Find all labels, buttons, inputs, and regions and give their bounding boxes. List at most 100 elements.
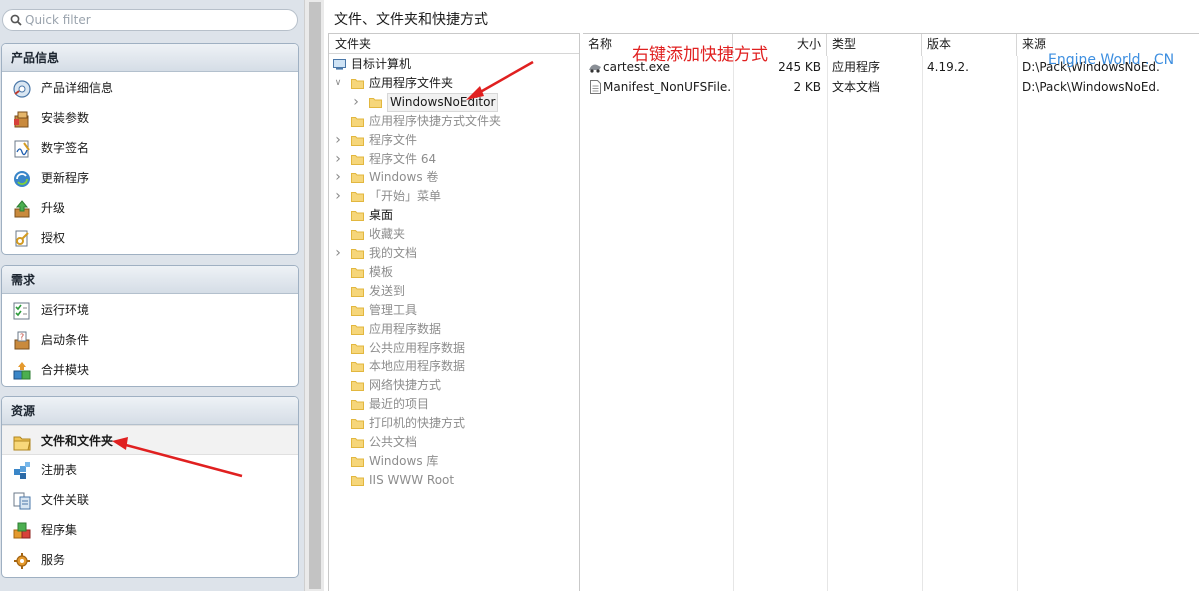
folder-icon [351, 267, 364, 278]
tree-node[interactable]: › 程序文件 64 [329, 150, 579, 169]
column-header-type[interactable]: 类型 [827, 34, 922, 56]
group-resources: 资源 文件和文件夹 注册表 文件关联 程序集 服务 [1, 396, 299, 578]
folder-icon [351, 343, 364, 354]
sidebar-item-requirements[interactable]: 运行环境 [2, 295, 298, 325]
sidebar-item-file-associations[interactable]: 文件关联 [2, 485, 298, 515]
sidebar: 产品信息 产品详细信息 安装参数 [0, 0, 304, 591]
launch-conditions-icon: ? [14, 331, 30, 350]
tree-node[interactable]: 打印机的快捷方式 [329, 414, 579, 433]
tree-node-label: 打印机的快捷方式 [369, 416, 466, 431]
main-panel: 文件、文件夹和快捷方式 文件夹 目标计算机 ∨ 应用程序文件夹 › WindowsNoE… [328, 0, 1199, 591]
folder-icon [351, 135, 364, 146]
tree-node[interactable]: › WindowsNoEditor [329, 92, 579, 112]
tree-node-label: 收藏夹 [369, 227, 406, 242]
tree-node-label: 程序文件 [369, 132, 418, 147]
chevron-right-icon[interactable]: › [351, 93, 361, 112]
scrollbar-thumb[interactable] [309, 2, 321, 589]
tree-node-label: 发送到 [369, 283, 406, 298]
svg-text:?: ? [20, 333, 24, 342]
tree-node[interactable]: ∨ 应用程序文件夹 [329, 74, 579, 93]
folder-icon [351, 173, 364, 184]
updater-icon [14, 171, 30, 187]
tree-node[interactable]: › 我的文档 [329, 244, 579, 263]
quick-filter[interactable] [2, 9, 298, 31]
folder-icon [351, 456, 364, 467]
chevron-right-icon[interactable]: › [333, 131, 343, 150]
group-header[interactable]: 需求 [2, 266, 298, 294]
folder-icon [351, 154, 364, 165]
file-list: 名称 大小 类型 版本 来源 cartest.exe 245 KB 应用程序 4… [583, 33, 1199, 591]
file-type: 文本文档 [832, 80, 881, 94]
column-divider [922, 56, 923, 591]
tree-node-label: 应用程序文件夹 [369, 75, 454, 90]
sidebar-scrollbar[interactable] [304, 0, 324, 591]
tree-node[interactable]: IIS WWW Root [329, 471, 579, 490]
file-associations-icon [13, 492, 31, 510]
folder-icon [351, 286, 364, 297]
assemblies-icon [13, 522, 31, 539]
sidebar-item-product-details[interactable]: 产品详细信息 [2, 73, 298, 103]
chevron-right-icon[interactable]: › [333, 187, 343, 206]
chevron-right-icon[interactable]: › [333, 168, 343, 187]
tree-node-label: 最近的项目 [369, 397, 430, 412]
folder-tree-header[interactable]: 文件夹 [329, 34, 579, 54]
sidebar-item-services[interactable]: 服务 [2, 545, 298, 575]
tree-node[interactable]: 发送到 [329, 282, 579, 301]
tree-node[interactable]: 最近的项目 [329, 395, 579, 414]
tree-node[interactable]: Windows 库 [329, 452, 579, 471]
tree-node-label: 公共文档 [369, 435, 418, 449]
tree-node[interactable]: 本地应用程序数据 [329, 357, 579, 376]
product-details-icon [13, 80, 31, 98]
sidebar-item-label: 数字签名 [41, 141, 90, 155]
folder-icon [351, 305, 364, 316]
sidebar-item-launch-conditions[interactable]: ? 启动条件 [2, 325, 298, 355]
table-row[interactable]: Manifest_NonUFSFile... 2 KB 文本文档 D:\Pack… [583, 77, 1199, 97]
folder-icon [351, 475, 364, 486]
group-requirements: 需求 运行环境 ? 启动条件 合并模块 [1, 265, 299, 387]
tree-node[interactable]: 公共文档 [329, 433, 579, 452]
sidebar-item-merge-modules[interactable]: 合并模块 [2, 355, 298, 385]
sidebar-item-licensing[interactable]: 授权 [2, 223, 298, 253]
sidebar-item-assemblies[interactable]: 程序集 [2, 515, 298, 545]
sidebar-item-updater[interactable]: 更新程序 [2, 163, 298, 193]
sidebar-item-digital-signature[interactable]: 数字签名 [2, 133, 298, 163]
sidebar-item-files-folders[interactable]: 文件和文件夹 [2, 425, 298, 455]
tree-node[interactable]: › Windows 卷 [329, 168, 579, 187]
folder-icon [351, 362, 364, 373]
chevron-down-icon[interactable]: ∨ [333, 74, 343, 93]
column-divider [827, 56, 828, 591]
column-header-version[interactable]: 版本 [922, 34, 1017, 56]
tree-node-label: 「开始」菜单 [369, 189, 442, 204]
tree-node[interactable]: 应用程序快捷方式文件夹 [329, 112, 579, 131]
column-divider [733, 56, 734, 591]
group-header[interactable]: 资源 [2, 397, 298, 425]
group-header[interactable]: 产品信息 [2, 44, 298, 72]
chevron-right-icon[interactable]: › [333, 244, 343, 263]
sidebar-item-install-parameters[interactable]: 安装参数 [2, 103, 298, 133]
sidebar-item-label: 升级 [41, 201, 66, 215]
tree-node[interactable]: 应用程序数据 [329, 320, 579, 339]
folder-icon [351, 192, 364, 203]
sidebar-item-label: 注册表 [41, 463, 78, 477]
tree-node-label: 本地应用程序数据 [369, 359, 466, 374]
sidebar-item-registry[interactable]: 注册表 [2, 455, 298, 485]
annotation-callout: 右键添加快捷方式 [632, 45, 768, 65]
tree-node[interactable]: 目标计算机 [329, 55, 579, 74]
chevron-right-icon[interactable]: › [333, 150, 343, 169]
tree-node[interactable]: 模板 [329, 263, 579, 282]
column-divider [1017, 56, 1018, 591]
tree-node-label: 程序文件 64 [369, 151, 437, 166]
folder-icon [351, 438, 364, 448]
sidebar-item-upgrade[interactable]: 升级 [2, 193, 298, 223]
tree-node[interactable]: 网络快捷方式 [329, 376, 579, 395]
tree-node[interactable]: 桌面 [329, 206, 579, 225]
quick-filter-input[interactable] [25, 12, 291, 28]
tree-node[interactable]: 收藏夹 [329, 225, 579, 244]
tree-node-label: WindowsNoEditor [387, 92, 499, 112]
tree-node[interactable]: › 「开始」菜单 [329, 187, 579, 206]
tree-node-label: 应用程序快捷方式文件夹 [369, 113, 502, 128]
tree-node[interactable]: 公共应用程序数据 [329, 339, 579, 358]
digital-signature-icon [14, 140, 30, 158]
tree-node[interactable]: › 程序文件 [329, 131, 579, 150]
tree-node[interactable]: 管理工具 [329, 301, 579, 320]
